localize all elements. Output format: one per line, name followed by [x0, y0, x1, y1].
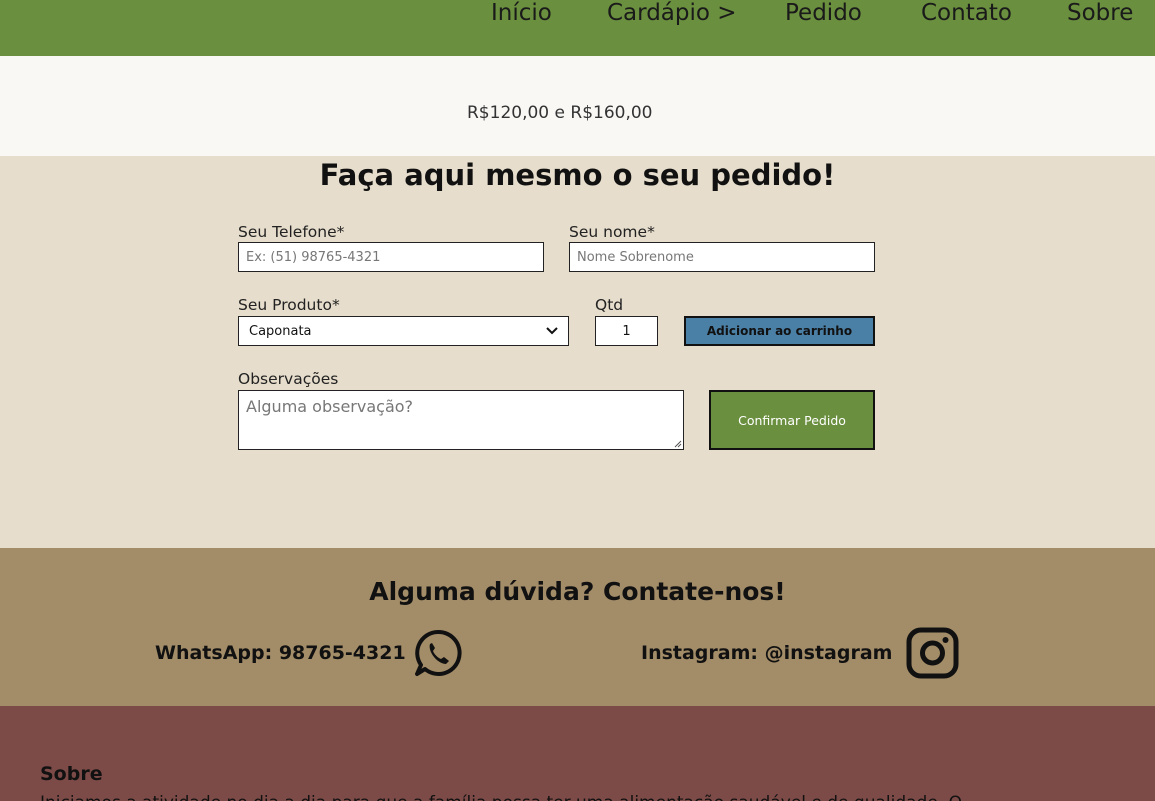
order-title: Faça aqui mesmo o seu pedido!	[319, 158, 836, 192]
order-section: Faça aqui mesmo o seu pedido! Seu Telefo…	[0, 156, 1155, 548]
nav-item-contato[interactable]: Contato	[921, 0, 1012, 26]
add-to-cart-button[interactable]: Adicionar ao carrinho	[684, 316, 875, 346]
notes-label: Observações	[238, 370, 339, 388]
about-text: Iniciamos a atividade no dia a dia para …	[40, 793, 1140, 801]
notes-textarea[interactable]: Alguma observação?	[238, 390, 684, 450]
confirm-order-button[interactable]: Confirmar Pedido	[709, 390, 875, 450]
nav-item-pedido[interactable]: Pedido	[785, 0, 862, 26]
price-range-text: R$120,00 e R$160,00	[467, 103, 653, 123]
contact-title: Alguma dúvida? Contate-nos!	[369, 577, 786, 606]
product-label: Seu Produto*	[238, 296, 340, 314]
instagram-text: Instagram: @instagram	[641, 642, 893, 664]
instagram-icon[interactable]	[906, 627, 959, 679]
menu-section-bottom: R$120,00 e R$160,00	[0, 56, 1155, 156]
name-label: Seu nome*	[569, 223, 655, 241]
about-title: Sobre	[40, 763, 103, 785]
phone-input[interactable]: Ex: (51) 98765-4321	[238, 242, 544, 272]
top-navigation-bar: Início Cardápio > Pedido Contato Sobre	[0, 0, 1155, 56]
about-footer: Sobre Iniciamos a atividade no dia a dia…	[0, 706, 1155, 801]
product-select[interactable]: Caponata	[238, 316, 569, 346]
contact-section: Alguma dúvida? Contate-nos! WhatsApp: 98…	[0, 548, 1155, 706]
nav-item-sobre[interactable]: Sobre	[1067, 0, 1133, 26]
resize-handle-icon[interactable]	[674, 440, 682, 448]
product-select-value: Caponata	[249, 323, 312, 339]
whatsapp-icon[interactable]	[413, 628, 463, 678]
chevron-down-icon	[546, 327, 558, 335]
phone-label: Seu Telefone*	[238, 223, 345, 241]
nav-item-cardapio[interactable]: Cardápio >	[607, 0, 737, 26]
name-input[interactable]: Nome Sobrenome	[569, 242, 875, 272]
notes-placeholder: Alguma observação?	[246, 397, 414, 416]
qty-input[interactable]: 1	[595, 316, 658, 346]
nav-item-inicio[interactable]: Início	[491, 0, 552, 26]
qty-label: Qtd	[595, 296, 624, 314]
whatsapp-text: WhatsApp: 98765-4321	[155, 642, 406, 664]
